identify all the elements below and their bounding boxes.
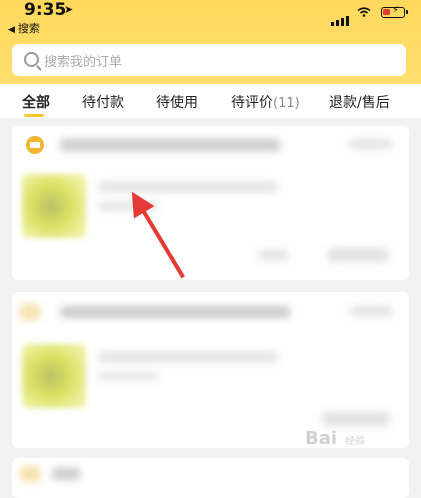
tab-refund-aftersale[interactable]: 退款/售后 bbox=[329, 92, 390, 112]
order-card[interactable] bbox=[12, 292, 409, 448]
location-arrow-icon: ➤ bbox=[64, 3, 74, 16]
action-button[interactable] bbox=[258, 250, 288, 260]
signal-icon bbox=[331, 7, 351, 26]
watermark-sub: 经验 bbox=[345, 436, 366, 447]
shop-icon bbox=[20, 304, 40, 320]
product-title bbox=[98, 182, 278, 192]
order-status bbox=[350, 139, 392, 149]
product-meta bbox=[98, 372, 158, 380]
shop-name bbox=[60, 306, 290, 318]
clock-time: 9:35 bbox=[24, 0, 67, 20]
active-tab-indicator bbox=[24, 114, 44, 117]
order-tabs: 全部 待付款 待使用 待评价(11) 退款/售后 bbox=[0, 84, 421, 118]
shop-icon bbox=[26, 136, 44, 154]
tab-pending-review[interactable]: 待评价(11) bbox=[231, 92, 300, 112]
tab-pending-use[interactable]: 待使用 bbox=[156, 92, 198, 112]
wifi-icon bbox=[357, 7, 371, 17]
action-button[interactable] bbox=[322, 412, 390, 426]
tab-pending-review-label: 待评价 bbox=[231, 95, 273, 111]
order-card[interactable] bbox=[12, 458, 409, 498]
watermark-text: Bai bbox=[305, 428, 338, 449]
back-label: 搜索 bbox=[17, 22, 40, 35]
header: 9:35 ➤ ◀ 搜索 ⚡ 搜索我的订单 bbox=[0, 0, 421, 84]
shop-icon bbox=[20, 466, 40, 482]
tab-pending-payment[interactable]: 待付款 bbox=[82, 92, 124, 112]
watermark: Bai 经验 bbox=[305, 428, 365, 449]
back-to-search[interactable]: ◀ 搜索 bbox=[8, 20, 40, 36]
product-title bbox=[98, 352, 278, 362]
shop-name bbox=[52, 468, 80, 480]
search-icon bbox=[24, 52, 39, 67]
status-bar: 9:35 ➤ ◀ 搜索 ⚡ bbox=[0, 0, 421, 35]
battery-icon: ⚡ bbox=[381, 5, 408, 18]
product-thumbnail bbox=[22, 344, 86, 408]
shop-name bbox=[60, 139, 280, 151]
search-placeholder: 搜索我的订单 bbox=[44, 55, 123, 70]
review-count: (11) bbox=[273, 96, 300, 111]
action-button[interactable] bbox=[328, 248, 388, 262]
order-card[interactable] bbox=[12, 126, 409, 280]
back-triangle-icon: ◀ bbox=[8, 25, 15, 35]
order-status bbox=[350, 306, 392, 316]
order-search-bar[interactable]: 搜索我的订单 bbox=[12, 44, 406, 76]
tab-all[interactable]: 全部 bbox=[22, 92, 50, 112]
product-thumbnail bbox=[22, 174, 86, 238]
